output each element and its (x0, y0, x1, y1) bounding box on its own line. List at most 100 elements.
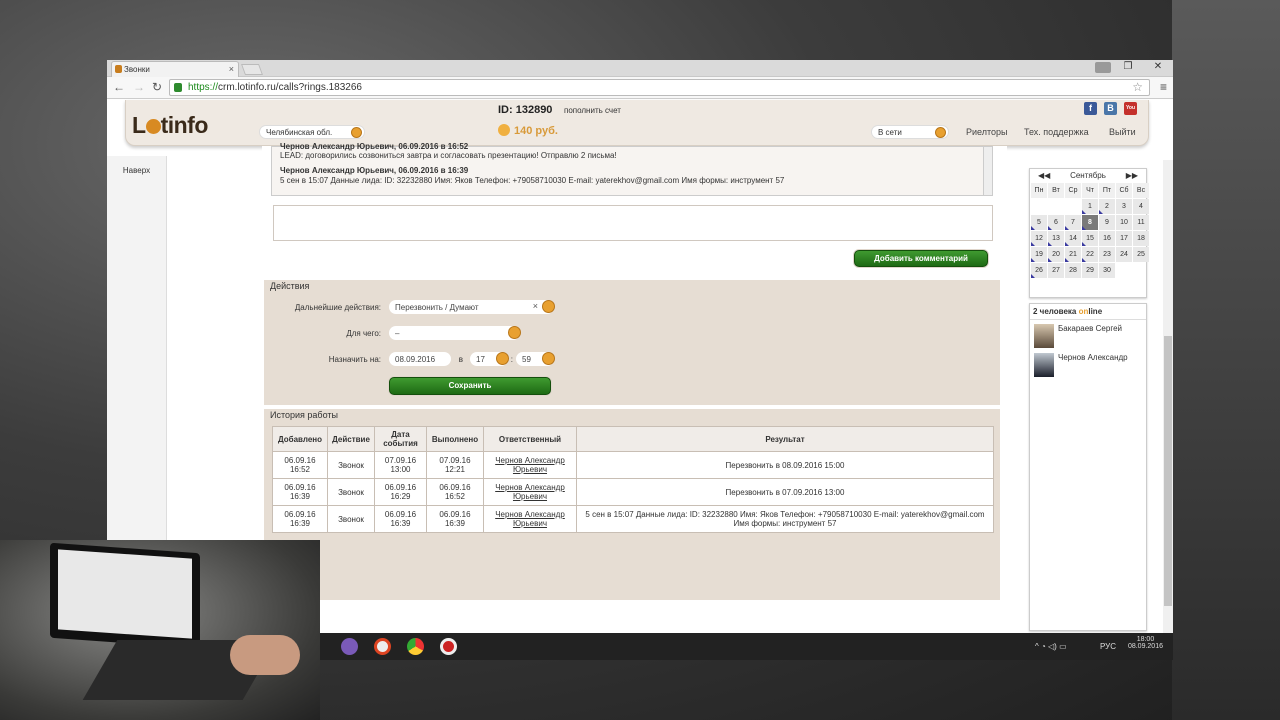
url-input[interactable]: https://crm.lotinfo.ru/calls?rings.18326… (169, 79, 1150, 96)
calendar-day[interactable]: 19 (1031, 247, 1047, 262)
next-action-select[interactable]: Перезвонить / Думают × (389, 300, 555, 314)
calendar-day[interactable]: 27 (1048, 263, 1064, 278)
actions-section: Действия Дальнейшие действия: Перезвонит… (264, 279, 1000, 405)
calendar-day[interactable]: 10 (1116, 215, 1132, 230)
profile-icon[interactable] (1095, 62, 1111, 73)
realtors-link[interactable]: Риелторы (966, 127, 1008, 137)
comments-scrollbar[interactable] (983, 147, 992, 195)
scroll-top-link[interactable]: Наверх (107, 166, 166, 175)
col-event-date: Дата события (374, 426, 427, 452)
topup-link[interactable]: пополнить счет (564, 106, 621, 115)
forward-icon[interactable]: → (133, 80, 145, 94)
support-link[interactable]: Тех. поддержка (1024, 127, 1089, 137)
calendar-day[interactable]: 4 (1133, 199, 1149, 214)
region-value: Челябинская обл. (266, 128, 333, 137)
calendar-day[interactable]: 15 (1082, 231, 1098, 246)
facebook-icon[interactable]: f (1084, 102, 1097, 115)
youtube-icon[interactable]: You (1124, 102, 1137, 115)
history-table: Добавлено Действие Дата события Выполнен… (272, 426, 994, 533)
calendar-day[interactable]: 1 (1082, 199, 1098, 214)
calendar-day[interactable]: 7 (1065, 215, 1081, 230)
dropdown-arrow-icon (508, 326, 521, 339)
bookmark-star-icon[interactable]: ☆ (1132, 80, 1143, 94)
url-scheme: https:// (188, 82, 219, 93)
tray-icons[interactable]: ^ ◔ ◁) ▭ (1035, 642, 1067, 651)
browser-tab[interactable]: Звонки × (111, 61, 239, 77)
cell-action: Звонок (327, 478, 375, 506)
minute-select[interactable]: 59 (516, 352, 555, 366)
calendar-day[interactable]: 12 (1031, 231, 1047, 246)
calendar-day[interactable]: 9 (1099, 215, 1115, 230)
language-indicator[interactable]: РУС (1100, 642, 1116, 651)
next-month-icon[interactable]: ▶▶ (1126, 169, 1138, 183)
online-user-name: Чернов Александр (1058, 353, 1128, 362)
yandex-browser-icon[interactable] (374, 638, 391, 655)
calendar-day (1133, 263, 1149, 278)
calendar-day[interactable]: 23 (1099, 247, 1115, 262)
viber-icon[interactable] (341, 638, 358, 655)
add-comment-button[interactable]: Добавить комментарий (854, 250, 988, 267)
avatar (1034, 324, 1054, 348)
cell-result: 5 сен в 15:07 Данные лида: ID: 32232880 … (576, 505, 994, 533)
logo-text-a: L (132, 112, 146, 138)
address-bar: ← → ↻ https://crm.lotinfo.ru/calls?rings… (107, 77, 1173, 99)
cell-responsible[interactable]: Чернов Александр Юрьевич (483, 505, 577, 533)
region-select[interactable]: Челябинская обл. (259, 125, 365, 139)
calendar-day[interactable]: 14 (1065, 231, 1081, 246)
save-button[interactable]: Сохранить (389, 377, 551, 395)
status-select[interactable]: В сети (871, 125, 949, 139)
page-scrollbar[interactable] (1163, 160, 1173, 660)
cell-done: 06.09.16 16:52 (426, 478, 484, 506)
calendar-day[interactable]: 8 (1082, 215, 1098, 230)
logo-o-icon (145, 119, 161, 134)
calendar-day[interactable]: 6 (1048, 215, 1064, 230)
clear-icon[interactable]: × (533, 301, 538, 311)
table-row: 06.09.16 16:39 Звонок 06.09.16 16:39 06.09.… (272, 505, 994, 533)
close-window-button[interactable]: ✕ (1143, 60, 1173, 74)
cell-event-date: 06.09.16 16:29 (374, 478, 427, 506)
dropdown-arrow-icon (542, 352, 555, 365)
cell-event-date: 06.09.16 16:39 (374, 505, 427, 533)
close-tab-icon[interactable]: × (229, 64, 234, 74)
calendar-day[interactable]: 2 (1099, 199, 1115, 214)
cell-done: 06.09.16 16:39 (426, 505, 484, 533)
recorder-icon[interactable] (440, 638, 457, 655)
maximize-button[interactable]: ❐ (1113, 60, 1143, 74)
scrollbar-thumb[interactable] (1164, 336, 1172, 606)
calendar-day[interactable]: 11 (1133, 215, 1149, 230)
calendar-day (1065, 199, 1081, 214)
purpose-select[interactable]: – (389, 326, 521, 340)
calendar-day[interactable]: 30 (1099, 263, 1115, 278)
calendar-day[interactable]: 21 (1065, 247, 1081, 262)
calendar-day[interactable]: 29 (1082, 263, 1098, 278)
clock[interactable]: 18:00 08.09.2016 (1128, 636, 1163, 650)
cell-responsible[interactable]: Чернов Александр Юрьевич (483, 451, 577, 479)
calendar-day[interactable]: 20 (1048, 247, 1064, 262)
prev-month-icon[interactable]: ◀◀ (1038, 169, 1050, 183)
calendar-day[interactable]: 13 (1048, 231, 1064, 246)
calendar-day[interactable]: 5 (1031, 215, 1047, 230)
calendar-day[interactable]: 3 (1116, 199, 1132, 214)
calendar-day[interactable]: 17 (1116, 231, 1132, 246)
left-sidebar: Наверх (107, 156, 167, 600)
calendar-day[interactable]: 26 (1031, 263, 1047, 278)
cell-result: Перезвонить в 08.09.2016 15:00 (576, 451, 994, 479)
calendar-day[interactable]: 25 (1133, 247, 1149, 262)
calendar-grid: Пн Вт Ср Чт Пт Сб Вс 1 2 3 4 5 6 7 8 9 10 11 12 13 14 15 16 17 1… (1030, 183, 1149, 278)
calendar-day (1048, 199, 1064, 214)
calendar-day (1116, 263, 1132, 278)
menu-icon[interactable]: ≡ (1160, 80, 1167, 94)
chrome-icon[interactable] (407, 638, 424, 655)
back-icon[interactable]: ← (113, 80, 125, 94)
comment-input[interactable] (273, 205, 993, 241)
calendar-day[interactable]: 28 (1065, 263, 1081, 278)
calendar-day[interactable]: 18 (1133, 231, 1149, 246)
vk-icon[interactable]: B (1104, 102, 1117, 115)
calendar-day[interactable]: 24 (1116, 247, 1132, 262)
new-tab-button[interactable] (240, 64, 264, 75)
reload-icon[interactable]: ↻ (152, 80, 162, 94)
logout-link[interactable]: Выйти (1109, 127, 1136, 137)
cell-responsible[interactable]: Чернов Александр Юрьевич (483, 478, 577, 506)
calendar-day[interactable]: 22 (1082, 247, 1098, 262)
calendar-day[interactable]: 16 (1099, 231, 1115, 246)
